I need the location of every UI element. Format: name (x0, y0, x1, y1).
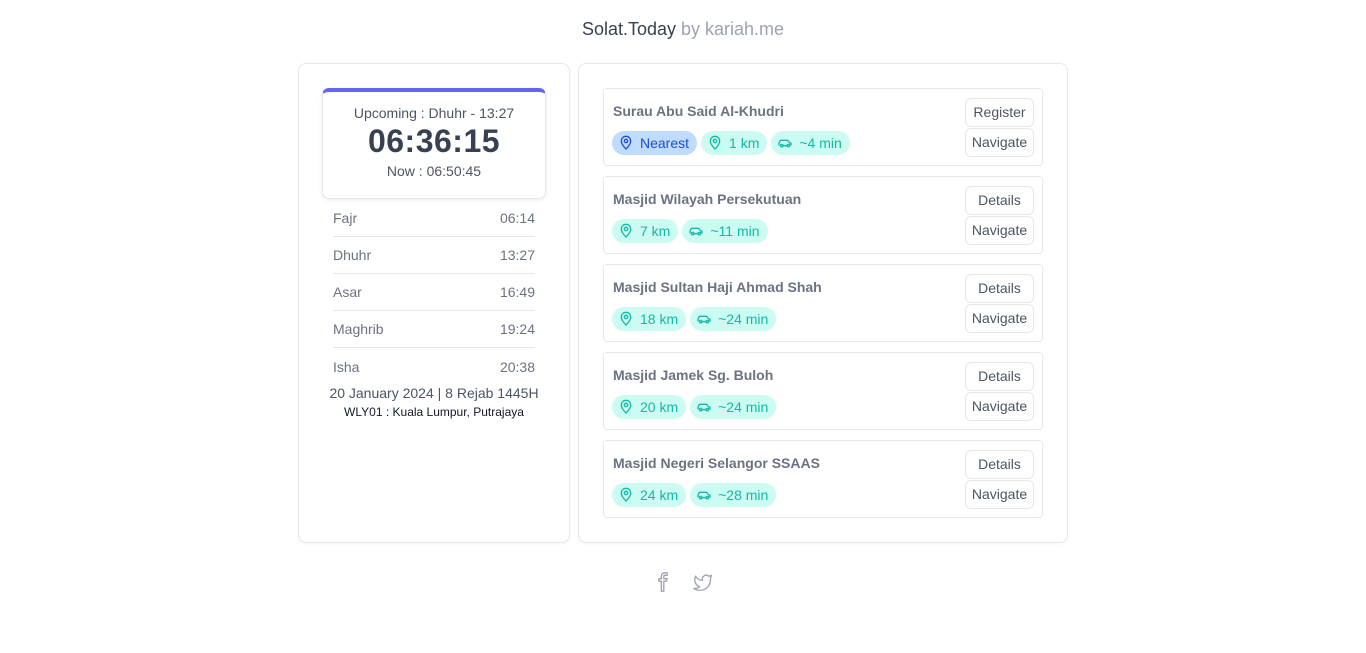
mosque-name: Masjid Negeri Selangor SSAAS (613, 455, 820, 471)
drive-time-badge: ~11 min (682, 219, 768, 243)
drive-time-value: ~24 min (718, 399, 769, 415)
mosque-name: Masjid Sultan Haji Ahmad Shah (613, 279, 822, 295)
twitter-link[interactable] (693, 572, 713, 597)
details-button[interactable]: Details (965, 362, 1034, 391)
distance-value: 1 km (729, 135, 760, 151)
car-icon (689, 227, 704, 236)
distance-value: 7 km (640, 223, 671, 239)
prayer-row-maghrib: Maghrib 19:24 (333, 311, 535, 348)
site-title: Solat.Today by kariah.me (0, 19, 1366, 40)
mosque-name: Masjid Wilayah Persekutuan (613, 191, 802, 207)
prayer-row-fajr: Fajr 06:14 (333, 200, 535, 237)
prayer-time: 19:24 (499, 321, 535, 337)
distance-value: 24 km (640, 487, 679, 503)
prayer-row-isha: Isha 20:38 (333, 348, 535, 385)
car-icon (778, 139, 793, 148)
mosque-badges: Nearest 1 km ~4 min (612, 131, 850, 155)
current-time-label: Now : 06:50:45 (386, 163, 482, 179)
drive-time-badge: ~4 min (771, 131, 850, 155)
location-pin-icon (709, 135, 721, 150)
countdown-panel: Upcoming : Dhuhr - 13:27 06:36:15 Now : … (322, 88, 546, 199)
navigate-button[interactable]: Navigate (965, 216, 1034, 245)
distance-value: 18 km (640, 311, 679, 327)
twitter-icon[interactable] (693, 572, 713, 592)
drive-time-badge: ~24 min (690, 395, 777, 419)
mosque-item: Surau Abu Said Al-Khudri Nearest 1 km ~4… (603, 88, 1043, 166)
byline[interactable]: by kariah.me (681, 19, 784, 39)
drive-time-badge: ~28 min (690, 483, 777, 507)
mosque-item: Masjid Negeri Selangor SSAAS 24 km ~28 m… (603, 440, 1043, 518)
prayer-times-list: Fajr 06:14 Dhuhr 13:27 Asar 16:49 Maghri… (333, 200, 535, 385)
location-pin-icon (620, 135, 632, 150)
mosque-badges: 18 km ~24 min (612, 307, 777, 331)
distance-badge: 7 km (612, 219, 679, 243)
mosque-badges: 24 km ~28 min (612, 483, 777, 507)
upcoming-prayer-label: Upcoming : Dhuhr - 13:27 (353, 105, 515, 121)
drive-time-value: ~28 min (718, 487, 769, 503)
navigate-button[interactable]: Navigate (965, 128, 1034, 157)
prayer-name: Maghrib (333, 321, 384, 337)
brand-name[interactable]: Solat.Today (582, 19, 676, 39)
location-pin-icon (620, 399, 632, 414)
distance-badge: 20 km (612, 395, 687, 419)
drive-time-value: ~4 min (799, 135, 842, 151)
facebook-icon[interactable] (653, 572, 673, 592)
countdown-timer: 06:36:15 (367, 123, 501, 159)
drive-time-badge: ~24 min (690, 307, 777, 331)
distance-badge: 18 km (612, 307, 687, 331)
details-button[interactable]: Details (965, 274, 1034, 303)
distance-badge: 1 km (701, 131, 768, 155)
car-icon (697, 315, 711, 324)
location-pin-icon (620, 311, 632, 326)
mosque-name: Surau Abu Said Al-Khudri (613, 103, 784, 119)
distance-value: 20 km (640, 399, 679, 415)
location-pin-icon (620, 487, 632, 502)
distance-badge: 24 km (612, 483, 687, 507)
mosque-item: Masjid Wilayah Persekutuan 7 km ~11 min … (603, 176, 1043, 254)
mosque-item: Masjid Jamek Sg. Buloh 20 km ~24 min Det… (603, 352, 1043, 430)
prayer-name: Fajr (333, 210, 358, 226)
prayer-name: Asar (333, 284, 362, 300)
car-icon (697, 403, 711, 412)
date-label: 20 January 2024 | 8 Rejab 1445H (329, 385, 539, 401)
details-button[interactable]: Details (965, 186, 1034, 215)
register-button[interactable]: Register (965, 98, 1034, 127)
prayer-time: 13:27 (499, 247, 535, 263)
mosque-item: Masjid Sultan Haji Ahmad Shah 18 km ~24 … (603, 264, 1043, 342)
location-pin-icon (620, 223, 632, 238)
mosque-badges: 7 km ~11 min (612, 219, 768, 243)
footer-social-links (0, 572, 1366, 597)
drive-time-value: ~11 min (710, 223, 760, 239)
prayer-times-card: Upcoming : Dhuhr - 13:27 06:36:15 Now : … (298, 63, 570, 543)
details-button[interactable]: Details (965, 450, 1034, 479)
prayer-time: 16:49 (499, 284, 535, 300)
prayer-time: 06:14 (499, 210, 535, 226)
nearest-label: Nearest (640, 135, 690, 151)
car-icon (697, 491, 711, 500)
navigate-button[interactable]: Navigate (965, 304, 1034, 333)
navigate-button[interactable]: Navigate (965, 480, 1034, 509)
drive-time-value: ~24 min (718, 311, 769, 327)
prayer-name: Isha (333, 358, 360, 375)
prayer-row-asar: Asar 16:49 (333, 274, 535, 311)
prayer-name: Dhuhr (333, 247, 372, 263)
prayer-time: 20:38 (499, 358, 535, 375)
prayer-row-dhuhr: Dhuhr 13:27 (333, 237, 535, 274)
facebook-link[interactable] (653, 572, 673, 597)
mosque-name: Masjid Jamek Sg. Buloh (613, 367, 774, 383)
navigate-button[interactable]: Navigate (965, 392, 1034, 421)
nearest-badge: Nearest (612, 131, 698, 155)
mosque-badges: 20 km ~24 min (612, 395, 777, 419)
zone-label: WLY01 : Kuala Lumpur, Putrajaya (344, 405, 524, 419)
nearby-mosques-card: Surau Abu Said Al-Khudri Nearest 1 km ~4… (578, 63, 1068, 543)
